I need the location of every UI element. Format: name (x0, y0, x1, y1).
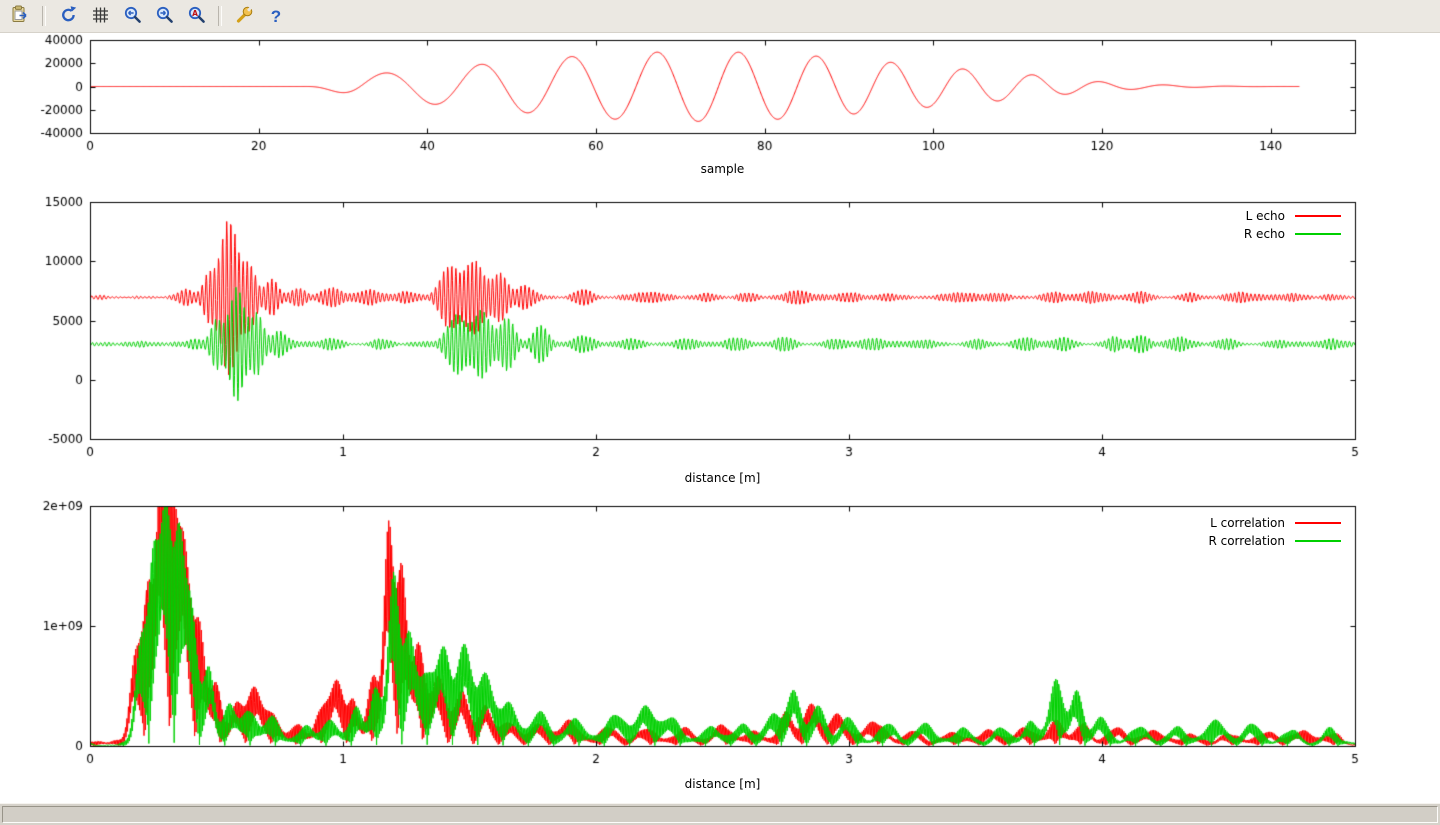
help-icon: ? (271, 8, 281, 25)
status-bar (0, 803, 1440, 825)
clipboard-export-icon (11, 5, 30, 27)
charts-canvas[interactable] (0, 33, 1440, 803)
help-button[interactable]: ? (262, 3, 290, 29)
autoscale-button[interactable]: A (182, 3, 210, 29)
zoom-next-icon (155, 5, 174, 27)
autoscale-icon: A (187, 5, 206, 27)
zoom-previous-button[interactable] (118, 3, 146, 29)
toolbar: A ? (0, 0, 1440, 33)
toolbar-separator (218, 6, 222, 26)
settings-button[interactable] (230, 3, 258, 29)
status-message (2, 806, 1438, 823)
svg-text:A: A (192, 9, 198, 18)
replot-button[interactable] (54, 3, 82, 29)
export-button[interactable] (6, 3, 34, 29)
grid-button[interactable] (86, 3, 114, 29)
wrench-icon (235, 5, 254, 27)
replot-icon (59, 5, 78, 27)
zoom-next-button[interactable] (150, 3, 178, 29)
zoom-previous-icon (123, 5, 142, 27)
toolbar-separator (42, 6, 46, 26)
grid-icon (91, 5, 110, 27)
plot-surface (0, 33, 1440, 803)
